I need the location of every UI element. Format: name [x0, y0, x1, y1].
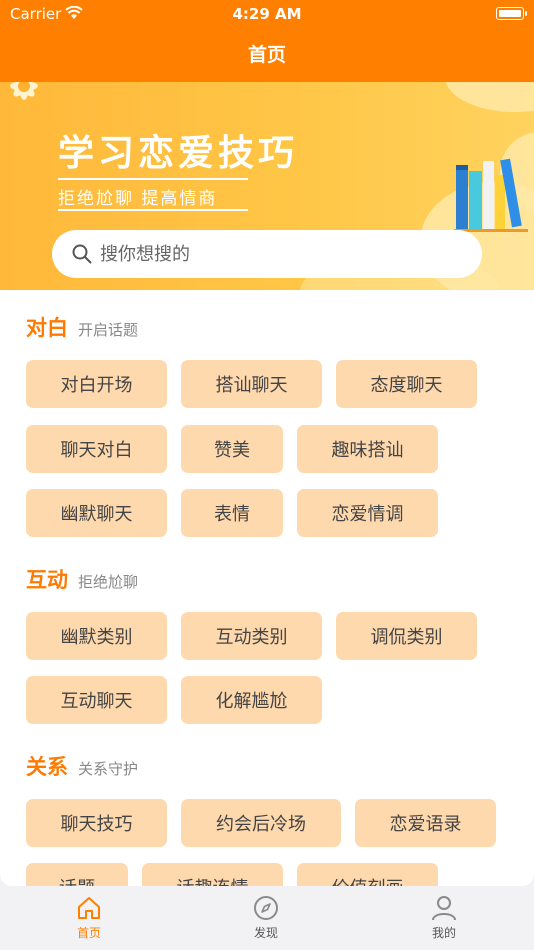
section-desc: 开启话题 [78, 321, 139, 339]
tab-home[interactable]: 首页 [39, 894, 139, 941]
compass-icon [254, 896, 278, 920]
section-desc: 拒绝尬聊 [78, 573, 139, 591]
tab-bar: 首页 发现 我的 [0, 886, 534, 950]
tag-chip[interactable]: 对白开场 [26, 360, 167, 408]
search-bar[interactable] [52, 230, 482, 278]
status-time: 4:29 AM [232, 5, 302, 23]
tab-label: 我的 [431, 926, 456, 940]
battery-icon [496, 7, 527, 20]
tag-chip[interactable]: 表情 [181, 489, 283, 537]
books-icon [454, 158, 528, 232]
tag-chip[interactable]: 态度聊天 [336, 360, 477, 408]
tag-chip[interactable]: 恋爱情调 [297, 489, 438, 537]
section-header-relationship: 关系 关系守护 [26, 751, 138, 781]
tag-chip[interactable]: 聊天技巧 [26, 799, 167, 847]
tag-chip[interactable]: 幽默聊天 [26, 489, 167, 537]
top-bar: Carrier 4:29 AM 首页 [0, 0, 534, 82]
search-input[interactable] [100, 243, 440, 265]
section-desc: 关系守护 [78, 760, 139, 778]
tag-chip[interactable]: 搭讪聊天 [181, 360, 322, 408]
content-panel: 对白 开启话题 对白开场 搭讪聊天 态度聊天 聊天对白 赞美 趣味搭讪 幽默聊天… [0, 290, 534, 886]
search-icon [72, 244, 92, 264]
page-title: 首页 [247, 44, 286, 66]
tag-chip[interactable]: 价值刻画 [297, 863, 438, 886]
tag-chip[interactable]: 聊天对白 [26, 425, 167, 473]
divider [58, 209, 248, 211]
banner-title: 学习恋爱技巧 [58, 133, 299, 174]
tab-label: 发现 [253, 926, 278, 940]
section-header-interaction: 互动 拒绝尬聊 [26, 564, 138, 594]
section-title: 关系 [26, 755, 68, 779]
tab-mine[interactable]: 我的 [394, 894, 494, 941]
person-icon [432, 896, 456, 921]
divider [58, 178, 248, 180]
tag-chip[interactable]: 话题 [26, 863, 128, 886]
tag-chip[interactable]: 幽默类别 [26, 612, 167, 660]
tab-discover[interactable]: 发现 [216, 894, 316, 941]
banner-subtitle: 拒绝尬聊 提高情商 [58, 189, 218, 209]
tag-chip[interactable]: 赞美 [181, 425, 283, 473]
tag-chip[interactable]: 化解尴尬 [181, 676, 322, 724]
home-icon [78, 897, 100, 919]
tag-chip[interactable]: 调侃类别 [336, 612, 477, 660]
section-title: 互动 [26, 568, 68, 592]
tab-label: 首页 [76, 926, 101, 940]
section-header-dialogue: 对白 开启话题 [26, 312, 138, 342]
tag-chip[interactable]: 恋爱语录 [355, 799, 496, 847]
tag-chip[interactable]: 约会后冷场 [181, 799, 341, 847]
tag-chip[interactable]: 趣味搭讪 [297, 425, 438, 473]
tag-chip[interactable]: 互动聊天 [26, 676, 167, 724]
tag-chip[interactable]: 互动类别 [181, 612, 322, 660]
flower-icon [10, 82, 38, 100]
banner: 学习恋爱技巧 拒绝尬聊 提高情商 [0, 82, 534, 290]
status-bar: Carrier 4:29 AM [0, 0, 534, 28]
section-title: 对白 [26, 316, 68, 340]
tag-chip[interactable]: 话趣连情 [142, 863, 283, 886]
